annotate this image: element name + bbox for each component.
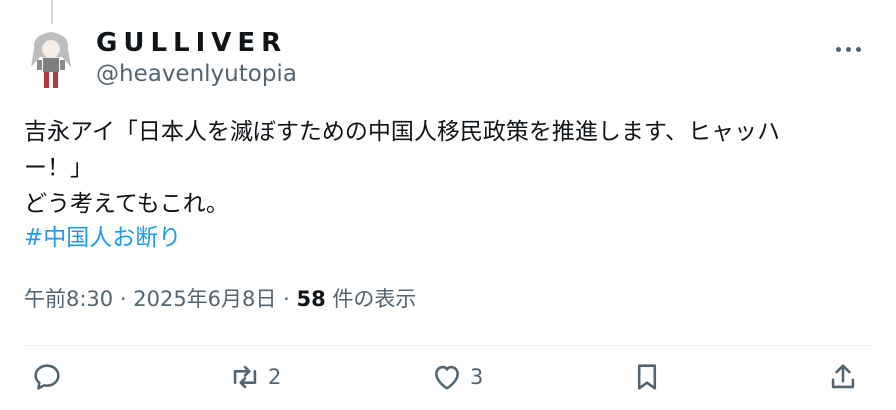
share-icon [831, 364, 855, 389]
views-count: 58 [296, 287, 326, 311]
retweet-count: 2 [268, 365, 282, 389]
heart-icon [435, 365, 459, 390]
avatar-image [31, 32, 71, 88]
reply-button[interactable] [30, 355, 64, 399]
bookmark-icon [637, 364, 657, 390]
more-dot-icon [846, 46, 851, 52]
tweet-text: 吉永アイ「日本人を滅ぼすための中国人移民政策を推進します、ヒャッハ ー！」 どう… [24, 119, 781, 217]
more-dot-icon [836, 46, 841, 52]
views-label: 件の表示 [325, 287, 417, 311]
reply-icon [34, 364, 60, 390]
meta-separator: · [119, 287, 127, 311]
like-count: 3 [470, 365, 484, 389]
action-bar: 2 3 [0, 355, 896, 399]
tweet-date[interactable]: 2025年6月8日 [133, 287, 276, 311]
avatar[interactable] [24, 27, 78, 91]
meta-separator: · [283, 287, 290, 311]
retweet-icon [233, 365, 257, 389]
hashtag-link[interactable]: #中国人お断り [24, 222, 181, 254]
thread-connector-line [51, 0, 53, 24]
tweet-meta: 午前8:30 · 2025年6月8日 · 58 件の表示 [24, 284, 416, 314]
bookmark-button[interactable] [630, 355, 664, 399]
more-dot-icon [856, 46, 861, 52]
retweet-button[interactable]: 2 [228, 355, 281, 399]
more-options-button[interactable] [836, 44, 866, 54]
tweet-time[interactable]: 午前8:30 [24, 287, 113, 311]
like-button[interactable]: 3 [430, 355, 483, 399]
actions-divider [24, 345, 872, 346]
author-handle[interactable]: @heavenlyutopia [96, 60, 297, 88]
share-button[interactable] [826, 355, 860, 399]
author-display-name[interactable]: GULLIVER [96, 28, 287, 58]
